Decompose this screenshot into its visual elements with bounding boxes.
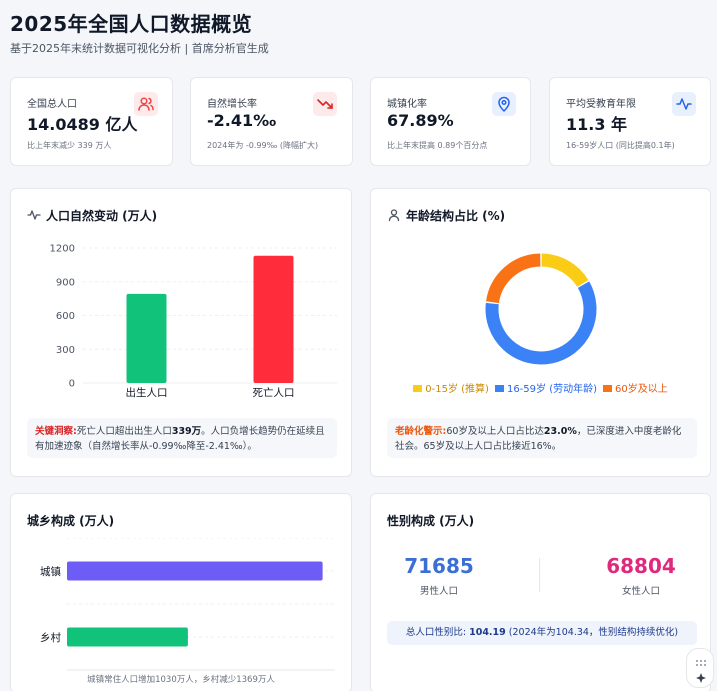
legend-item[interactable]: 0-15岁 (推算)	[413, 380, 489, 395]
bar-死亡人口[interactable]	[253, 255, 294, 383]
sex-ratio-box: 总人口性别比: 104.19 (2024年为104.34，性别结构持续优化)	[387, 621, 697, 645]
urban-rural-bar-chart: 城镇乡村	[40, 538, 335, 671]
legend-swatch	[413, 385, 423, 392]
card-title: 性别构成 (万人)	[387, 514, 475, 528]
male-population-value: 71685	[404, 554, 474, 578]
male-population-label: 男性人口	[419, 586, 458, 597]
urban-rural-card: 城乡构成 (万人) 城镇乡村 城镇常住人口增加1030万人，乡村减少1369万人	[10, 493, 352, 691]
donut-slice-1[interactable]	[485, 281, 597, 365]
y-tick-label: 600	[56, 311, 75, 322]
stat-card-urbanization: 城镇化率 67.89% 比上年末提高 0.89个百分点	[370, 77, 531, 166]
user-icon	[388, 209, 400, 222]
legend-label: 16-59岁 (劳动年龄)	[506, 384, 597, 395]
trend-down-icon	[313, 92, 337, 116]
sparkle-icon	[695, 659, 707, 683]
stat-card-education: 平均受教育年限 11.3 年 16-59岁人口 (同比提高0.1年)	[549, 77, 711, 166]
donut-slice-2[interactable]	[486, 253, 541, 304]
x-tick-label: 死亡人口	[253, 386, 295, 399]
card-title: 人口自然变动 (万人)	[46, 209, 158, 223]
bar-城镇[interactable]	[67, 561, 323, 581]
stat-label: 城镇化率	[387, 99, 427, 110]
insight-label: 关键洞察:	[35, 426, 77, 437]
sex-ratio-value: 104.19	[469, 627, 506, 638]
stat-label: 平均受教育年限	[566, 99, 636, 110]
x-tick-label: 出生人口	[126, 386, 168, 399]
legend-label: 0-15岁 (推算)	[425, 384, 489, 395]
stat-value: 67.89%	[387, 111, 454, 130]
stat-value: 11.3 年	[566, 115, 628, 134]
stat-note: 比上年末减少 339 万人	[27, 141, 112, 150]
stat-value: 14.0489 亿人	[27, 115, 138, 134]
gender-divider	[539, 558, 540, 592]
birth-death-bar-chart: 0 300 600 900 1200 出生人口 死亡人口	[50, 244, 337, 399]
gender-card: 性别构成 (万人) 71685 男性人口 68804 女性人口 总人口性别比: …	[370, 493, 711, 691]
stat-card-growth-rate: 自然增长率 -2.41‰ 2024年为 -0.99‰ (降幅扩大)	[190, 77, 353, 166]
bar-乡村[interactable]	[67, 627, 188, 647]
warning-label: 老龄化警示:	[395, 426, 447, 437]
page-subtitle: 基于2025年末统计数据可视化分析 | 首席分析官生成	[10, 42, 269, 55]
natural-change-card: 人口自然变动 (万人) 0 300 600 900 1200 出生人口 死亡人口 关键洞察:…	[10, 188, 352, 477]
legend-item[interactable]: 16-59岁 (劳动年龄)	[494, 380, 597, 395]
page-title: 2025年全国人口数据概览	[10, 12, 253, 36]
map-pin-icon	[492, 92, 516, 116]
female-population-label: 女性人口	[621, 586, 660, 597]
age-legend: 0-15岁 (推算) 16-59岁 (劳动年龄) 60岁及以上	[371, 380, 710, 395]
warning-text-pre: 60岁及以上人口占比达	[446, 426, 544, 437]
stat-label: 全国总人口	[27, 99, 77, 110]
legend-swatch	[494, 385, 504, 392]
y-tick-label: 900	[56, 277, 75, 288]
activity-icon	[27, 210, 41, 220]
stat-note: 2024年为 -0.99‰ (降幅扩大)	[207, 141, 319, 150]
warning-value: 23.0%	[543, 426, 577, 437]
stat-card-total-population: 全国总人口 14.0489 亿人 比上年末减少 339 万人	[10, 77, 173, 166]
urban-rural-footnote: 城镇常住人口增加1030万人，乡村减少1369万人	[87, 675, 275, 685]
card-title: 年龄结构占比 (%)	[406, 209, 506, 223]
bar-出生人口[interactable]	[126, 293, 167, 383]
sex-ratio-note: (2024年为104.34，性别结构持续优化)	[508, 627, 679, 638]
stat-note: 比上年末提高 0.89个百分点	[387, 141, 488, 150]
legend-item[interactable]: 60岁及以上	[603, 380, 668, 395]
users-icon	[134, 92, 158, 116]
stat-value: -2.41‰	[207, 111, 277, 130]
y-tick-label: 乡村	[40, 631, 61, 644]
y-tick-label: 300	[56, 345, 75, 356]
legend-swatch	[603, 385, 612, 392]
sex-ratio-label: 总人口性别比:	[405, 627, 467, 638]
stat-label: 自然增长率	[207, 99, 257, 110]
insight-text-pre: 死亡人口超出出生人口	[76, 426, 172, 437]
aging-warning: 老龄化警示:60岁及以上人口占比达23.0%，已深度进入中度老龄化社会。65岁及…	[387, 418, 697, 458]
y-tick-label: 0	[69, 379, 75, 390]
key-insight: 关键洞察:死亡人口超出出生人口339万。人口负增长趋势仍在延续且有加速迹象（自然…	[27, 418, 337, 458]
y-tick-label: 城镇	[40, 565, 61, 578]
stat-note: 16-59岁人口 (同比提高0.1年)	[566, 141, 675, 150]
age-donut-chart	[485, 253, 597, 365]
card-title: 城乡构成 (万人)	[27, 514, 115, 528]
age-structure-card: 年龄结构占比 (%) 0-15岁 (推算) 16-59岁 (劳动年龄) 60岁及以上…	[370, 188, 711, 477]
legend-label: 60岁及以上	[615, 384, 668, 395]
donut-slice-0[interactable]	[541, 253, 589, 288]
female-population-value: 68804	[606, 554, 676, 578]
activity-icon	[672, 92, 696, 116]
floating-action-button[interactable]	[686, 648, 714, 688]
insight-value: 339万	[171, 426, 202, 437]
y-tick-label: 1200	[50, 244, 75, 255]
